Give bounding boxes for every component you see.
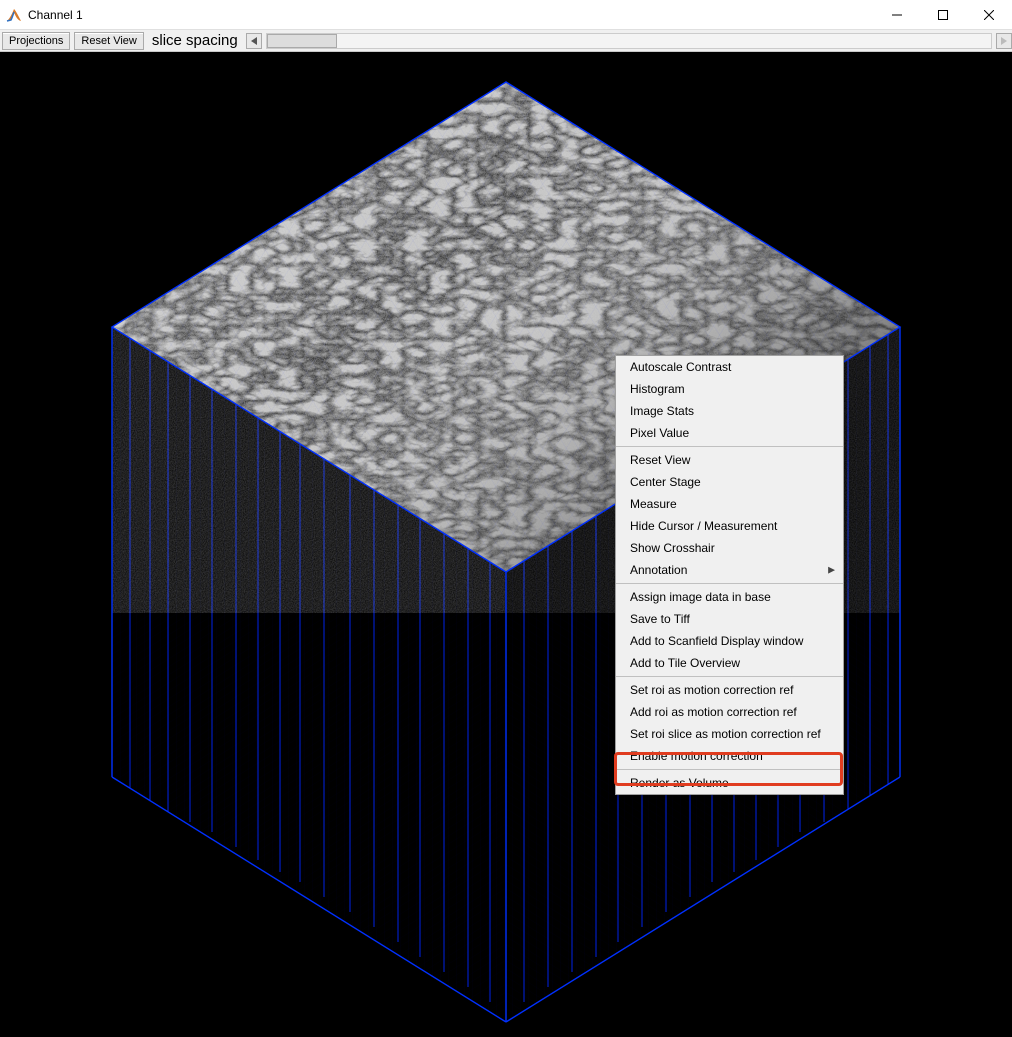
ctx-separator: [616, 769, 843, 770]
ctx-separator: [616, 583, 843, 584]
ctx-item-label: Hide Cursor / Measurement: [630, 519, 777, 533]
ctx-add-roi-motion[interactable]: Add roi as motion correction ref: [616, 701, 843, 723]
ctx-item-label: Annotation: [630, 563, 687, 577]
ctx-image-stats[interactable]: Image Stats: [616, 400, 843, 422]
ctx-item-label: Center Stage: [630, 475, 701, 489]
ctx-item-label: Assign image data in base: [630, 590, 771, 604]
viewport-3d[interactable]: Autoscale Contrast Histogram Image Stats Pi…: [0, 52, 1012, 1037]
window-controls: [874, 0, 1012, 29]
triangle-left-icon: [251, 37, 257, 45]
scroll-left-button[interactable]: [246, 33, 262, 49]
ctx-pixel-value[interactable]: Pixel Value: [616, 422, 843, 444]
titlebar-left: Channel 1: [6, 7, 83, 23]
submenu-arrow-icon: ▶: [828, 565, 835, 576]
ctx-item-label: Set roi slice as motion correction ref: [630, 727, 821, 741]
slice-spacing-label: slice spacing: [148, 32, 242, 49]
ctx-item-label: Save to Tiff: [630, 612, 690, 626]
close-button[interactable]: [966, 0, 1012, 29]
ctx-show-crosshair[interactable]: Show Crosshair: [616, 537, 843, 559]
reset-view-button[interactable]: Reset View: [74, 32, 143, 50]
titlebar: Channel 1: [0, 0, 1012, 30]
ctx-item-label: Add roi as motion correction ref: [630, 705, 797, 719]
triangle-right-icon: [1001, 37, 1007, 45]
ctx-measure[interactable]: Measure: [616, 493, 843, 515]
maximize-button[interactable]: [920, 0, 966, 29]
ctx-histogram[interactable]: Histogram: [616, 378, 843, 400]
ctx-set-roi-motion[interactable]: Set roi as motion correction ref: [616, 679, 843, 701]
context-menu: Autoscale Contrast Histogram Image Stats Pi…: [615, 355, 844, 795]
ctx-set-roi-slice-motion[interactable]: Set roi slice as motion correction ref: [616, 723, 843, 745]
scroll-thumb[interactable]: [267, 34, 337, 48]
volume-wireframe: [0, 52, 1012, 1037]
ctx-hide-cursor[interactable]: Hide Cursor / Measurement: [616, 515, 843, 537]
ctx-annotation[interactable]: Annotation ▶: [616, 559, 843, 581]
minimize-button[interactable]: [874, 0, 920, 29]
ctx-item-label: Pixel Value: [630, 426, 689, 440]
ctx-item-label: Set roi as motion correction ref: [630, 683, 793, 697]
ctx-add-scanfield[interactable]: Add to Scanfield Display window: [616, 630, 843, 652]
ctx-assign-image-data[interactable]: Assign image data in base: [616, 586, 843, 608]
ctx-item-label: Measure: [630, 497, 677, 511]
ctx-item-label: Reset View: [630, 453, 690, 467]
ctx-item-label: Add to Scanfield Display window: [630, 634, 803, 648]
ctx-enable-motion[interactable]: Enable motion correction: [616, 745, 843, 767]
ctx-item-label: Image Stats: [630, 404, 694, 418]
ctx-item-label: Autoscale Contrast: [630, 360, 731, 374]
ctx-center-stage[interactable]: Center Stage: [616, 471, 843, 493]
projections-button[interactable]: Projections: [2, 32, 70, 50]
slice-spacing-scrollbar[interactable]: [266, 33, 992, 49]
ctx-save-tiff[interactable]: Save to Tiff: [616, 608, 843, 630]
ctx-item-label: Histogram: [630, 382, 685, 396]
ctx-separator: [616, 676, 843, 677]
scroll-right-button[interactable]: [996, 33, 1012, 49]
ctx-autoscale-contrast[interactable]: Autoscale Contrast: [616, 356, 843, 378]
ctx-reset-view[interactable]: Reset View: [616, 449, 843, 471]
ctx-item-label: Enable motion correction: [630, 749, 763, 763]
ctx-separator: [616, 446, 843, 447]
ctx-render-volume[interactable]: Render as Volume: [616, 772, 843, 794]
ctx-item-label: Show Crosshair: [630, 541, 715, 555]
ctx-add-tile-overview[interactable]: Add to Tile Overview: [616, 652, 843, 674]
window-title: Channel 1: [28, 8, 83, 22]
matlab-icon: [6, 7, 22, 23]
ctx-item-label: Add to Tile Overview: [630, 656, 740, 670]
toolbar: Projections Reset View slice spacing: [0, 30, 1012, 52]
ctx-item-label: Render as Volume: [630, 776, 729, 790]
